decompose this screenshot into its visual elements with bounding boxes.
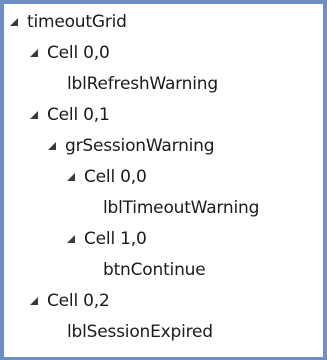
tree-node-label: lblTimeoutWarning	[103, 198, 260, 218]
expanded-triangle-icon[interactable]	[67, 173, 75, 181]
tree-node-label: btnContinue	[103, 260, 206, 280]
expanded-triangle-icon[interactable]	[10, 18, 18, 26]
tree-node-label: Cell 0,0	[47, 43, 110, 63]
tree-node-label: Cell 1,0	[84, 229, 147, 249]
tree-node-label: Cell 0,2	[47, 291, 110, 311]
tree-node-label: timeoutGrid	[27, 12, 127, 32]
tree-node-label: Cell 0,1	[47, 105, 110, 125]
expanded-triangle-icon[interactable]	[30, 111, 38, 119]
tree-node-grsessionwarning[interactable]: grSessionWarning	[48, 131, 215, 161]
tree-node-label: lblRefreshWarning	[67, 74, 218, 94]
tree-node-cell-0-1[interactable]: Cell 0,1	[30, 100, 110, 130]
tree-node-cell-1-0[interactable]: Cell 1,0	[67, 224, 147, 254]
tree-node-cell-0-2[interactable]: Cell 0,2	[30, 286, 110, 316]
tree-node-label: lblSessionExpired	[67, 322, 213, 342]
expanded-triangle-icon[interactable]	[30, 49, 38, 57]
tree-view[interactable]: timeoutGrid Cell 0,0 lblRefreshWarning C…	[4, 4, 323, 357]
expanded-triangle-icon[interactable]	[30, 297, 38, 305]
tree-node-label: Cell 0,0	[84, 167, 147, 187]
expanded-triangle-icon[interactable]	[67, 235, 75, 243]
tree-node-lblsessionexpired[interactable]: lblSessionExpired	[67, 317, 213, 347]
tree-node-cell-0-0[interactable]: Cell 0,0	[30, 38, 110, 68]
tree-node-lbltimeoutwarning[interactable]: lblTimeoutWarning	[103, 193, 259, 223]
tree-node-timeoutgrid[interactable]: timeoutGrid	[10, 7, 127, 37]
tree-node-lblrefreshwarning[interactable]: lblRefreshWarning	[67, 69, 218, 99]
expanded-triangle-icon[interactable]	[48, 142, 56, 150]
tree-node-label: grSessionWarning	[65, 136, 215, 156]
tree-node-cell-0-0-nested[interactable]: Cell 0,0	[67, 162, 147, 192]
tree-view-frame: timeoutGrid Cell 0,0 lblRefreshWarning C…	[0, 0, 327, 360]
tree-node-btncontinue[interactable]: btnContinue	[103, 255, 206, 285]
